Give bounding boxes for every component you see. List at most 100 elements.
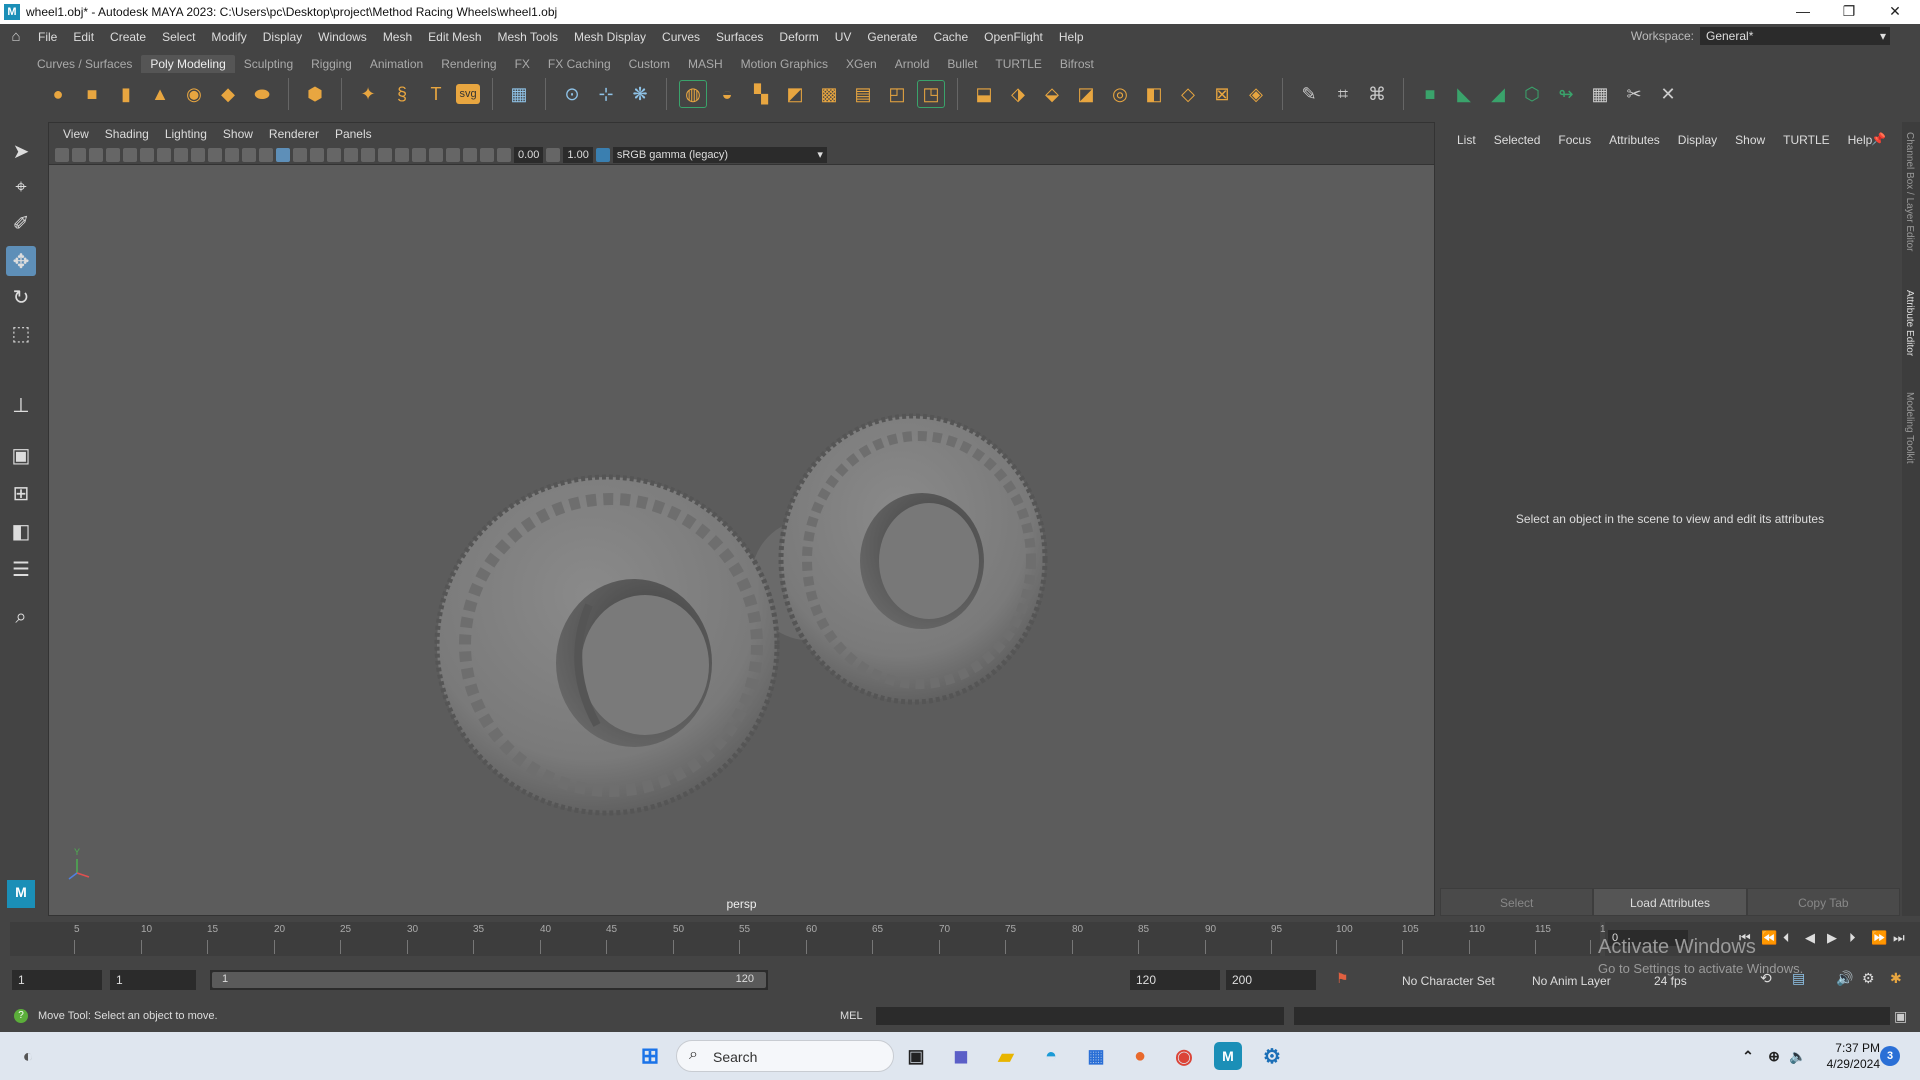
uv-planar-icon[interactable]: ■ xyxy=(1416,80,1444,108)
scale-tool-icon[interactable]: ⬚ xyxy=(6,318,36,348)
play-backwards-icon[interactable]: ◀ xyxy=(1805,930,1815,946)
close-button[interactable]: ✕ xyxy=(1872,0,1918,24)
animation-start-field[interactable]: 1 xyxy=(12,970,102,990)
motion-blur-icon[interactable] xyxy=(378,147,392,162)
fps-dropdown[interactable]: 24 fps xyxy=(1654,974,1687,988)
poly-sphere-icon[interactable]: ● xyxy=(44,80,72,108)
pin-icon[interactable]: 📌 xyxy=(1871,132,1886,146)
script-editor-icon[interactable]: ▣ xyxy=(1894,1008,1907,1025)
attr-menu-turtle[interactable]: TURTLE xyxy=(1774,133,1838,147)
attr-menu-attributes[interactable]: Attributes xyxy=(1600,133,1669,147)
menu-uv[interactable]: UV xyxy=(827,30,860,44)
shadows-icon[interactable] xyxy=(344,147,358,162)
tire-model-right[interactable] xyxy=(751,413,1048,705)
anti-aliasing-icon[interactable] xyxy=(395,147,409,162)
menu-surfaces[interactable]: Surfaces xyxy=(708,30,771,44)
gate-mask-icon[interactable] xyxy=(191,147,205,162)
poly-cone-icon[interactable]: ▲ xyxy=(146,80,174,108)
camera-select-icon[interactable] xyxy=(55,147,69,162)
animation-end-field[interactable]: 200 xyxy=(1226,970,1316,990)
workspace-dropdown[interactable]: General* ▾ xyxy=(1700,27,1890,45)
smooth-icon[interactable]: ▩ xyxy=(815,80,843,108)
shelf-tab-bullet[interactable]: Bullet xyxy=(938,55,986,73)
select-by-component-icon[interactable]: ⊙ xyxy=(558,80,586,108)
select-tool-icon[interactable]: ➤ xyxy=(6,136,36,166)
menu-curves[interactable]: Curves xyxy=(654,30,708,44)
anim-layer-dropdown[interactable]: No Anim Layer xyxy=(1532,974,1611,988)
show-manipulator-icon[interactable]: ⊥ xyxy=(6,390,36,420)
firefox-icon[interactable]: ● xyxy=(1126,1042,1154,1070)
circularize-icon[interactable]: ◎ xyxy=(1106,80,1134,108)
menu-edit[interactable]: Edit xyxy=(65,30,102,44)
fill-hole-icon[interactable]: ◳ xyxy=(917,80,945,108)
scene-canvas[interactable]: Y xyxy=(49,165,1434,915)
range-slider-handle[interactable]: 1 120 xyxy=(212,972,766,988)
menu-cache[interactable]: Cache xyxy=(925,30,976,44)
edge-browser-icon[interactable]: ◓ xyxy=(1037,1042,1065,1070)
bookmark-icon[interactable] xyxy=(89,147,103,162)
attr-menu-display[interactable]: Display xyxy=(1669,133,1726,147)
bridge-icon[interactable]: ◰ xyxy=(883,80,911,108)
poly-helix-icon[interactable]: § xyxy=(388,80,416,108)
system-clock[interactable]: 7:37 PM 4/29/2024 xyxy=(1810,1040,1880,1072)
xray-icon[interactable] xyxy=(446,147,460,162)
menu-mesh-tools[interactable]: Mesh Tools xyxy=(490,30,566,44)
shelf-tab-sculpting[interactable]: Sculpting xyxy=(235,55,302,73)
menu-create[interactable]: Create xyxy=(102,30,154,44)
gamma-icon[interactable] xyxy=(546,147,561,162)
shelf-tab-bifrost[interactable]: Bifrost xyxy=(1051,55,1103,73)
select-button[interactable]: Select xyxy=(1440,888,1594,916)
exposure-icon[interactable] xyxy=(497,147,511,162)
multi-cut-icon[interactable]: ✎ xyxy=(1295,80,1323,108)
show-hidden-icons-icon[interactable]: ⌃ xyxy=(1734,1042,1762,1070)
poly-cylinder-icon[interactable]: ▮ xyxy=(112,80,140,108)
persp-outliner-layout-icon[interactable]: ◧ xyxy=(6,516,36,546)
restore-button[interactable]: ❐ xyxy=(1826,0,1872,24)
lasso-tool-icon[interactable]: ⌖ xyxy=(6,172,36,202)
platonic-solid-icon[interactable]: ⬢ xyxy=(301,80,329,108)
viewport-menu-renderer[interactable]: Renderer xyxy=(261,127,327,141)
step-forward-key-icon[interactable]: ⏩ xyxy=(1871,930,1887,946)
menu-select[interactable]: Select xyxy=(154,30,203,44)
viewport-menu-view[interactable]: View xyxy=(55,127,97,141)
merge-icon[interactable]: ⊠ xyxy=(1208,80,1236,108)
time-slider[interactable]: 5 10 15 20 25 30 35 40 45 50 55 60 65 70… xyxy=(10,922,1617,956)
copy-tab-button[interactable]: Copy Tab xyxy=(1746,888,1900,916)
menu-display[interactable]: Display xyxy=(255,30,310,44)
menu-windows[interactable]: Windows xyxy=(310,30,375,44)
file-explorer-icon[interactable]: ▰ xyxy=(992,1042,1020,1070)
exposure-field[interactable]: 0.00 xyxy=(514,146,544,163)
playback-end-field[interactable]: 120 xyxy=(1130,970,1220,990)
menu-deform[interactable]: Deform xyxy=(771,30,826,44)
attr-menu-list[interactable]: List xyxy=(1448,133,1485,147)
depth-of-field-icon[interactable] xyxy=(412,147,426,162)
side-tab-channel-box[interactable]: Channel Box / Layer Editor xyxy=(1904,132,1915,252)
minimize-button[interactable]: — xyxy=(1780,0,1826,24)
attr-menu-show[interactable]: Show xyxy=(1726,133,1774,147)
viewport-menu-shading[interactable]: Shading xyxy=(97,127,157,141)
mel-command-input[interactable] xyxy=(876,1007,1284,1025)
gamma-field[interactable]: 1.00 xyxy=(563,146,593,163)
load-attributes-button[interactable]: Load Attributes xyxy=(1593,888,1747,916)
settings-gear-icon[interactable]: ⚙ xyxy=(1258,1042,1286,1070)
mirror-icon[interactable]: ⊹ xyxy=(592,80,620,108)
uv-cylindrical-icon[interactable]: ◣ xyxy=(1450,80,1478,108)
color-management-icon[interactable] xyxy=(595,147,610,162)
shelf-tab-arnold[interactable]: Arnold xyxy=(886,55,939,73)
isolate-select-icon[interactable] xyxy=(429,147,443,162)
menu-mesh[interactable]: Mesh xyxy=(375,30,420,44)
viewport-menu-panels[interactable]: Panels xyxy=(327,127,380,141)
viewport-menu-lighting[interactable]: Lighting xyxy=(157,127,215,141)
wireframe-on-shaded-icon[interactable] xyxy=(293,147,307,162)
safe-title-icon[interactable] xyxy=(242,147,256,162)
poly-plane-icon[interactable]: ◆ xyxy=(214,80,242,108)
auto-key-icon[interactable]: ⚑ xyxy=(1336,970,1349,987)
mel-label[interactable]: MEL xyxy=(840,1010,863,1022)
quad-draw-icon[interactable]: ⌘ xyxy=(1363,80,1391,108)
target-weld-icon[interactable]: ◈ xyxy=(1242,80,1270,108)
shelf-tab-custom[interactable]: Custom xyxy=(620,55,679,73)
poly-type-icon[interactable]: T xyxy=(422,80,450,108)
shelf-tab-poly-modeling[interactable]: Poly Modeling xyxy=(141,55,235,73)
poly-torus-icon[interactable]: ◉ xyxy=(180,80,208,108)
attr-menu-selected[interactable]: Selected xyxy=(1485,133,1550,147)
